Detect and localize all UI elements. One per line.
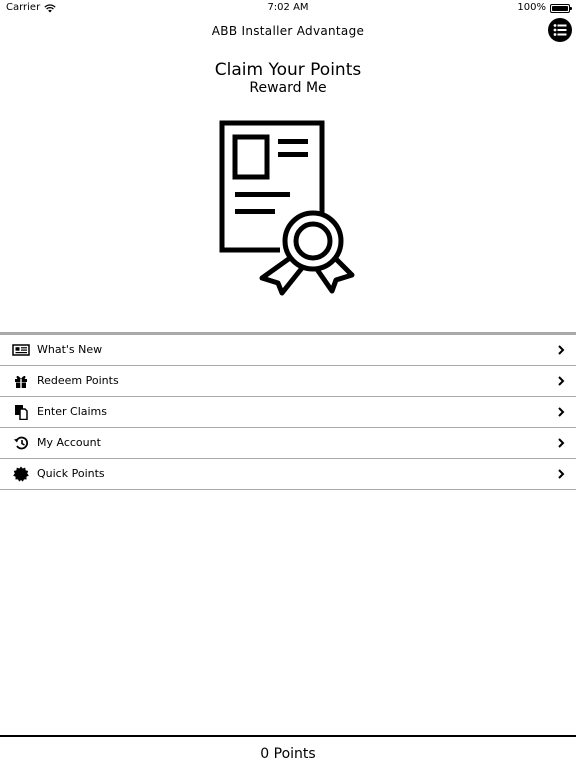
chevron-right-icon: [558, 469, 565, 479]
menu-item-label: What's New: [37, 343, 103, 356]
gift-icon: [15, 375, 27, 388]
menu-item-enter-claims[interactable]: Enter Claims: [0, 397, 576, 428]
status-bar: Carrier 7:02 AM 100%: [0, 0, 576, 16]
nav-bar: ABB Installer Advantage: [0, 16, 576, 46]
chevron-right-icon: [558, 438, 565, 448]
menu-item-label: My Account: [37, 436, 101, 449]
menu-item-label: Quick Points: [37, 467, 105, 480]
menu-item-quick-points[interactable]: Quick Points: [0, 459, 576, 490]
menu-list: What's New Redeem Points Enter Claims My…: [0, 332, 576, 490]
menu-item-label: Enter Claims: [37, 405, 108, 418]
certificate-graphic: [210, 115, 365, 305]
history-icon: [14, 436, 28, 450]
menu-item-whats-new[interactable]: What's New: [0, 335, 576, 366]
chevron-right-icon: [558, 345, 565, 355]
hero-title: Claim Your Points: [214, 60, 362, 80]
battery-percent: 100%: [517, 2, 546, 13]
points-total: 0 Points: [260, 746, 316, 762]
chevron-right-icon: [558, 376, 565, 386]
menu-item-label: Redeem Points: [37, 374, 119, 387]
hero-subtitle: Reward Me: [249, 80, 327, 96]
menu-item-redeem-points[interactable]: Redeem Points: [0, 366, 576, 397]
copy-documents-icon: [15, 405, 28, 420]
clock: 7:02 AM: [267, 2, 309, 13]
badge-seal-icon: [13, 466, 29, 482]
newspaper-icon: [12, 344, 30, 356]
certificate-icon: [219, 120, 355, 296]
list-menu-icon: [553, 24, 567, 36]
chevron-right-icon: [558, 407, 565, 417]
app-title: ABB Installer Advantage: [211, 24, 365, 38]
menu-item-my-account[interactable]: My Account: [0, 428, 576, 459]
points-footer: 0 Points: [0, 735, 576, 768]
menu-button[interactable]: [548, 18, 572, 42]
battery-info: 100%: [517, 0, 572, 16]
battery-icon: [550, 3, 572, 13]
